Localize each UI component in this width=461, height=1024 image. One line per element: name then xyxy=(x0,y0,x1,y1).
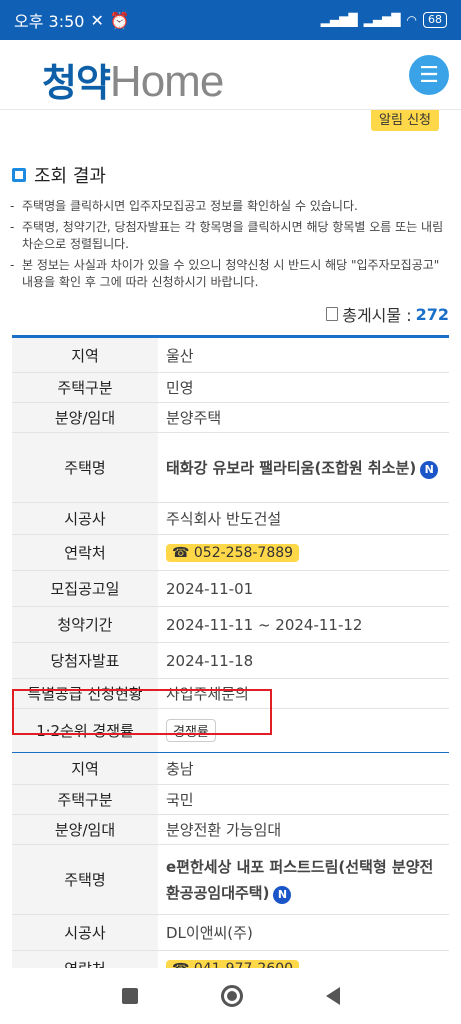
system-nav-bar xyxy=(0,968,461,1024)
signal-icon: ▂▄▆█ xyxy=(320,13,358,27)
row-label: 분양/임대 xyxy=(12,814,158,845)
table-row: 시공사 DL이앤씨(주) xyxy=(12,914,449,951)
note-item: 주택명, 청약기간, 당첨자발표는 각 항목명을 클릭하시면 해당 항목별 오름… xyxy=(10,219,450,253)
table-row: 분양/임대 분양전환 가능임대 xyxy=(12,814,449,845)
row-value: 분양전환 가능임대 xyxy=(158,814,449,845)
contact-cell: ☎ 052-258-7889 xyxy=(158,534,449,571)
notify-button[interactable]: 알림 신청 xyxy=(371,110,439,131)
signal2-icon: ▂▄▆█ xyxy=(363,13,401,27)
row-value: 2024-11-01 xyxy=(158,570,449,607)
row-label: 시공사 xyxy=(12,914,158,951)
row-value: 주식회사 반도건설 xyxy=(158,502,449,535)
logo[interactable]: 청약 Home xyxy=(42,52,224,107)
house-name-cell: 태화강 유보라 팰라티움(조합원 취소분) N xyxy=(158,432,449,503)
highlight-box xyxy=(12,689,272,735)
status-bar: 오후 3:50 ✕ ⏰ ▂▄▆█ ▂▄▆█ ◠ 68 xyxy=(0,0,461,40)
app-header: 청약 Home ☰ xyxy=(0,40,461,110)
table-row: 주택구분 국민 xyxy=(12,784,449,815)
row-value: 분양주택 xyxy=(158,402,449,433)
phone-button[interactable]: ☎ 052-258-7889 xyxy=(166,544,300,562)
row-value: 충남 xyxy=(158,752,449,785)
back-icon[interactable] xyxy=(325,987,340,1005)
table-row: 시공사 주식회사 반도건설 xyxy=(12,502,449,535)
new-badge: N xyxy=(420,460,439,479)
note-item: 본 정보는 사실과 차이가 있을 수 있으니 청약신청 시 반드시 해당 "입주… xyxy=(10,257,450,291)
row-label: 시공사 xyxy=(12,502,158,535)
table-row: 주택명 태화강 유보라 팰라티움(조합원 취소분) N xyxy=(12,432,449,503)
section-title-text: 조회 결과 xyxy=(34,166,106,187)
contact-cell: ☎ 041-977-2600 xyxy=(158,950,449,968)
new-badge: N xyxy=(273,885,292,904)
total-label: 총게시물 : xyxy=(342,306,412,325)
table-row: 지역 울산 xyxy=(12,336,449,373)
house-name-link[interactable]: 태화강 유보라 팰라티움(조합원 취소분) xyxy=(166,459,416,477)
row-value: 국민 xyxy=(158,784,449,815)
row-value: 울산 xyxy=(158,336,449,373)
table-row: 연락처 ☎ 041-977-2600 xyxy=(12,950,449,968)
phone-button[interactable]: ☎ 041-977-2600 xyxy=(166,960,300,968)
row-label: 지역 xyxy=(12,752,158,785)
table-row: 주택명 e편한세상 내포 퍼스트드림(선택형 분양전환공공임대주택) N xyxy=(12,844,449,915)
table-row: 지역 충남 xyxy=(12,752,449,785)
row-label[interactable]: 주택명 xyxy=(12,844,158,915)
house-name-cell: e편한세상 내포 퍼스트드림(선택형 분양전환공공임대주택) N xyxy=(158,844,449,915)
total-count: 총게시물 : 272 xyxy=(326,302,449,326)
table-row: 청약기간 2024-11-11 ~ 2024-11-12 xyxy=(12,606,449,643)
home-icon[interactable] xyxy=(220,985,243,1007)
note-item: 주택명을 클릭하시면 입주자모집공고 정보를 확인하실 수 있습니다. xyxy=(10,198,450,215)
row-value: 민영 xyxy=(158,372,449,403)
row-label: 주택구분 xyxy=(12,372,158,403)
row-label[interactable]: 청약기간 xyxy=(12,606,158,643)
document-icon xyxy=(326,307,339,321)
status-time: 오후 3:50 xyxy=(14,12,85,31)
row-label: 분양/임대 xyxy=(12,402,158,433)
square-bullet-icon xyxy=(12,168,26,182)
listing-table-2: 지역 충남 주택구분 국민 분양/임대 분양전환 가능임대 주택명 e편한세상 … xyxy=(12,752,449,968)
row-value: 2024-11-11 ~ 2024-11-12 xyxy=(158,606,449,643)
battery-icon: 68 xyxy=(423,12,447,28)
row-label: 연락처 xyxy=(12,950,158,968)
row-label: 주택구분 xyxy=(12,784,158,815)
table-row: 모집공고일 2024-11-01 xyxy=(12,570,449,607)
table-row: 분양/임대 분양주택 xyxy=(12,402,449,433)
row-value: DL이앤씨(주) xyxy=(158,914,449,951)
alarm-icon: ⏰ xyxy=(109,10,130,30)
table-row: 당첨자발표 2024-11-18 xyxy=(12,642,449,679)
table-row: 주택구분 민영 xyxy=(12,372,449,403)
mute-icon: ✕ xyxy=(90,10,104,30)
logo-kr: 청약 xyxy=(42,63,111,105)
row-label[interactable]: 주택명 xyxy=(12,432,158,503)
row-label: 연락처 xyxy=(12,534,158,571)
wifi-icon: ◠ xyxy=(406,13,417,27)
house-name-link[interactable]: e편한세상 내포 퍼스트드림(선택형 분양전환공공임대주택) xyxy=(166,858,433,902)
row-value: 2024-11-18 xyxy=(158,642,449,679)
logo-en: Home xyxy=(109,57,224,106)
row-label[interactable]: 당첨자발표 xyxy=(12,642,158,679)
row-label: 지역 xyxy=(12,336,158,373)
total-number: 272 xyxy=(415,304,449,324)
section-title: 조회 결과 xyxy=(12,162,106,188)
notes-list: 주택명을 클릭하시면 입주자모집공고 정보를 확인하실 수 있습니다. 주택명,… xyxy=(10,198,450,295)
content-area: 알림 신청 조회 결과 주택명을 클릭하시면 입주자모집공고 정보를 확인하실 … xyxy=(0,110,461,968)
hamburger-icon: ☰ xyxy=(419,62,439,88)
table-row: 연락처 ☎ 052-258-7889 xyxy=(12,534,449,571)
row-label: 모집공고일 xyxy=(12,570,158,607)
menu-button[interactable]: ☰ xyxy=(409,55,449,95)
recent-apps-icon[interactable] xyxy=(121,988,138,1004)
